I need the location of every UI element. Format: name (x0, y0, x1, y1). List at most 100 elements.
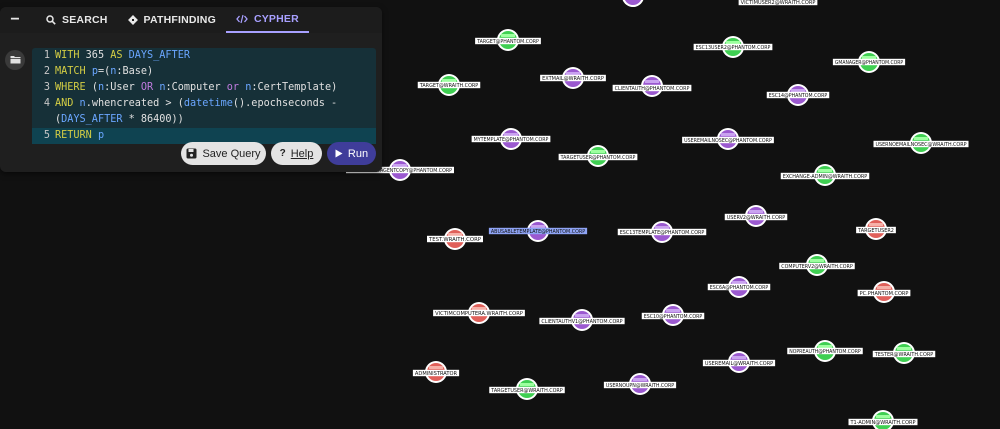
node-label: T1-ADMIN@WRAITH.CORP (850, 420, 917, 426)
editor-line[interactable]: (DAYS_AFTER * 86400)) (32, 112, 376, 128)
run-button[interactable]: Run (327, 142, 376, 165)
graph-node[interactable]: TARGETUSER@WRAITH.CORP (489, 378, 565, 400)
graph-node[interactable]: TARGET@PHANTOM.CORP (475, 29, 541, 51)
code-token: AND (55, 98, 80, 109)
graph-node[interactable]: TESTER@WRAITH.CORP (872, 342, 936, 364)
code-token: MATCH (55, 66, 92, 77)
line-number: 5 (43, 130, 50, 141)
query-panel: − SEARCH PATHFINDING CYPHER 1 WITH 365 AS… (0, 7, 382, 172)
graph-node[interactable]: ABUSABLETEMPLATE@PHANTOM.CORP (488, 220, 588, 242)
node-label: GMANAGER@PHANTOM.CORP (835, 60, 904, 66)
node-label: VICTIMCOMPUTERA.WRAITH.CORP (435, 311, 524, 317)
graph-node[interactable]: PC.PHANTOM.CORP (857, 281, 911, 303)
tab-cypher[interactable]: CYPHER (225, 7, 309, 33)
graph-node[interactable]: ESC10@PHANTOM.CORP (641, 304, 705, 326)
graph-node[interactable] (622, 0, 644, 7)
code-token: :Base) (116, 66, 154, 77)
diamond-route-icon (127, 15, 138, 25)
graph-node[interactable]: ESC14@PHANTOM.CORP (766, 84, 830, 106)
editor-line[interactable]: 1 WITH 365 AS DAYS_AFTER (32, 48, 376, 64)
line-number: 2 (43, 66, 50, 77)
graph-node[interactable]: USERNOUPN@WRAITH.CORP (603, 373, 677, 395)
graph-node[interactable]: GMANAGER@PHANTOM.CORP (832, 51, 906, 73)
code-token: DAYS_AFTER (61, 114, 123, 125)
node-glyph (501, 34, 515, 37)
node-glyph (575, 314, 589, 317)
node-label: TARGETUSER@PHANTOM.CORP (560, 155, 636, 161)
node-glyph (869, 223, 883, 226)
code-token: * 86400)) (122, 114, 184, 125)
editor-line[interactable]: 3 WHERE (n:User OR n:Computer or n:CertTe… (32, 80, 376, 96)
node-glyph (566, 72, 580, 75)
node-label: CLIENTAUTH@PHANTOM.CORP (615, 86, 690, 92)
graph-node[interactable]: NOPREAUTH@PHANTOM.CORP (787, 340, 863, 362)
save-query-label: Save Query (202, 147, 261, 160)
node-glyph (862, 56, 876, 59)
node-glyph (914, 137, 928, 140)
graph-node[interactable]: COMPUTERV2@WRAITH.CORP (779, 254, 855, 276)
save-query-button[interactable]: Save Query (181, 142, 266, 165)
graph-node[interactable]: EXTMAIL@WRAITH.CORP (540, 67, 606, 89)
graph-node[interactable]: ADMINISTRATOR (412, 361, 460, 383)
code-token: DAYS_AFTER (128, 50, 190, 61)
node-label: USERNOUPN@WRAITH.CORP (606, 383, 675, 389)
node-glyph (666, 309, 680, 312)
graph-node[interactable]: VICTIMUSER2@WRAITH.CORP (622, 0, 818, 7)
node-label: ESC10@PHANTOM.CORP (644, 314, 703, 320)
editor-line[interactable]: 2 MATCH p=(n:Base) (32, 64, 376, 80)
line-number: 4 (43, 98, 50, 109)
graph-node[interactable]: CLIENTAUTHV1@PHANTOM.CORP (539, 309, 625, 331)
cypher-editor[interactable]: 1 WITH 365 AS DAYS_AFTER 2 MATCH p=(n:Base)… (32, 48, 376, 144)
node-label: ESC13TEMPLATE@PHANTOM.CORP (620, 230, 705, 236)
node-label: COMPUTERV2@WRAITH.CORP (781, 264, 853, 270)
graph-node[interactable]: USERNOEMAILNOSEC@WRAITH.CORP (873, 132, 969, 154)
tab-search[interactable]: SEARCH (36, 7, 118, 33)
node-label: VICTIMUSER2@WRAITH.CORP (741, 0, 817, 6)
line-code: (DAYS_AFTER * 86400)) (55, 112, 184, 128)
graph-node[interactable]: MYTEMPLATE@PHANTOM.CORP (471, 128, 551, 150)
code-token: :Computer (165, 82, 227, 93)
line-number: 1 (43, 50, 50, 61)
help-button[interactable]: ? Help (271, 142, 322, 165)
graph-node[interactable]: ESC13TEMPLATE@PHANTOM.CORP (617, 221, 707, 243)
node-label: USEREMAIL@WRAITH.CORP (705, 361, 774, 367)
graph-node[interactable]: VICTIMCOMPUTERA.WRAITH.CORP (433, 302, 525, 324)
node-glyph (726, 41, 740, 44)
node-glyph (732, 356, 746, 359)
graph-node[interactable]: ESC6A@PHANTOM.CORP (707, 276, 771, 298)
graph-node[interactable]: USEREMAILNOSEC@PHANTOM.CORP (682, 128, 774, 150)
code-token: WHERE (55, 82, 92, 93)
node-label: USEREMAILNOSEC@PHANTOM.CORP (684, 138, 772, 144)
line-code: MATCH p=(n:Base) (55, 64, 153, 80)
graph-node[interactable]: TEST.WRAITH.CORP (427, 228, 483, 250)
editor-line[interactable]: 4 AND n.whencreated > (datetime().epochse… (32, 96, 376, 112)
node-glyph (810, 259, 824, 262)
graph-node[interactable]: EXCHANGE-ADMIN@WRAITH.CORP (780, 164, 870, 186)
graph-node[interactable]: CLIENTAUTH@PHANTOM.CORP (612, 75, 692, 97)
code-token: =( (97, 66, 111, 77)
minus-icon[interactable]: − (0, 7, 30, 33)
node-label: ABUSABLETEMPLATE@PHANTOM.CORP (491, 229, 586, 235)
search-icon (46, 15, 56, 25)
graph-node[interactable]: TARGETUSER@PHANTOM.CORP (558, 145, 638, 167)
node-label: TESTER@WRAITH.CORP (874, 352, 934, 358)
tab-pathfinding[interactable]: PATHFINDING (118, 7, 226, 33)
node-glyph (504, 133, 518, 136)
code-token: .whencreated > ( (85, 98, 184, 109)
graph-node[interactable]: TARGETUSER2 (856, 218, 896, 240)
graph-node[interactable]: T1-ADMIN@WRAITH.CORP (848, 410, 918, 429)
line-code: RETURN p (55, 128, 104, 144)
graph-node[interactable]: USEREMAIL@WRAITH.CORP (702, 351, 776, 373)
graph-node[interactable]: TARGET@WRAITH.CORP (417, 74, 481, 96)
node-glyph (721, 133, 735, 136)
node-glyph (749, 210, 763, 213)
saved-queries-button[interactable] (5, 50, 25, 70)
line-code: AND n.whencreated > (datetime().epochsec… (55, 96, 337, 112)
graph-node[interactable]: ESC13USER2@PHANTOM.CORP (693, 36, 773, 58)
node-glyph (520, 383, 534, 386)
node-glyph (633, 378, 647, 381)
code-token: WITH (55, 50, 86, 61)
node-label: EXCHANGE-ADMIN@WRAITH.CORP (783, 174, 868, 180)
graph-node[interactable]: USERV2@WRAITH.CORP (724, 205, 788, 227)
node-label: CLIENTAUTHV1@PHANTOM.CORP (541, 319, 623, 325)
